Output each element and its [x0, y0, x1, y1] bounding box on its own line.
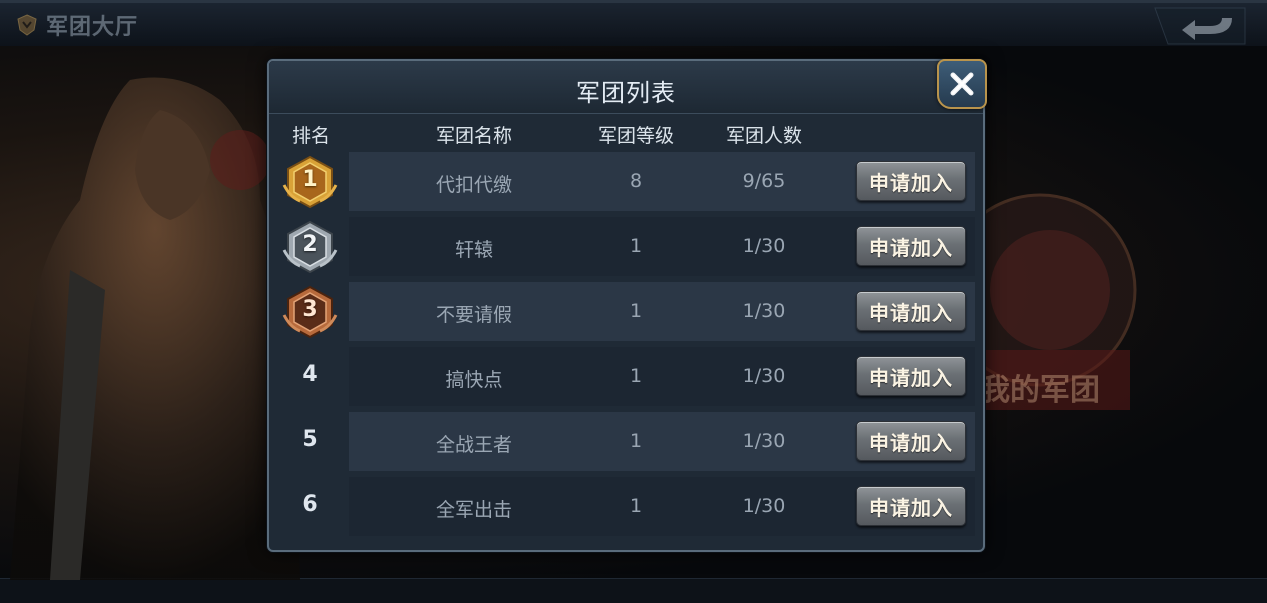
header-name: 军团名称 [435, 125, 512, 147]
legion-list-dialog: 军团列表 排名 军团名称 军团等级 军团人数 1 代扣代缴 8 9/65 申请加… [267, 59, 987, 552]
warrior-illustration [10, 77, 300, 580]
legion-level: 1 [629, 430, 643, 452]
rank-number: 6 [302, 492, 318, 517]
legion-level: 1 [629, 235, 643, 257]
legion-members: 9/65 [742, 170, 786, 192]
legion-members: 1/30 [742, 365, 786, 387]
legion-members: 1/30 [742, 235, 786, 257]
header-rank: 排名 [291, 125, 330, 147]
table-row: 1 代扣代缴 8 9/65 申请加入 [269, 149, 983, 214]
apply-join-button[interactable]: 申请加入 [856, 486, 966, 526]
legion-name: 全军出击 [435, 499, 512, 521]
table-row: 4 搞快点 1 1/30 申请加入 [269, 344, 983, 409]
hall-header: 军团大厅 [16, 9, 138, 41]
apply-join-button[interactable]: 申请加入 [856, 356, 966, 396]
legion-members: 1/30 [742, 495, 786, 517]
header-members: 军团人数 [725, 125, 802, 147]
table-row: 2 轩辕 1 1/30 申请加入 [269, 214, 983, 279]
legion-name: 轩辕 [454, 239, 493, 261]
hall-title: 军团大厅 [46, 15, 139, 40]
rank-number: 2 [302, 232, 318, 257]
legion-list: 1 代扣代缴 8 9/65 申请加入 2 轩辕 1 1/30 申请加入 3 不要… [269, 149, 983, 539]
legion-emblem-icon [17, 14, 37, 36]
rank-number: 1 [302, 167, 318, 192]
bottom-bar [0, 578, 1267, 603]
top-bar [0, 0, 1267, 49]
rank-number: 5 [302, 427, 318, 452]
close-button[interactable] [937, 59, 987, 109]
apply-join-button[interactable]: 申请加入 [856, 161, 966, 201]
legion-members: 1/30 [742, 430, 786, 452]
apply-join-button[interactable]: 申请加入 [856, 421, 966, 461]
column-headers: 排名 军团名称 军团等级 军团人数 [269, 117, 983, 149]
rank-number: 4 [302, 362, 318, 387]
close-icon [950, 72, 974, 96]
my-legion-label[interactable]: 我的军团 [980, 365, 1100, 409]
legion-name: 全战王者 [435, 434, 512, 456]
table-row: 5 全战王者 1 1/30 申请加入 [269, 409, 983, 474]
dialog-header: 军团列表 [269, 61, 983, 114]
legion-name: 不要请假 [435, 304, 512, 326]
apply-join-button[interactable]: 申请加入 [856, 291, 966, 331]
table-row: 3 不要请假 1 1/30 申请加入 [269, 279, 983, 344]
rank-number: 3 [302, 297, 318, 322]
legion-members: 1/30 [742, 300, 786, 322]
legion-name: 代扣代缴 [435, 174, 512, 196]
legion-level: 1 [629, 300, 643, 322]
legion-name: 搞快点 [445, 369, 503, 391]
apply-join-button[interactable]: 申请加入 [856, 226, 966, 266]
legion-level: 8 [629, 170, 643, 192]
back-arrow-icon[interactable] [1150, 6, 1250, 46]
legion-level: 1 [629, 365, 643, 387]
table-row: 6 全军出击 1 1/30 申请加入 [269, 474, 983, 539]
legion-level: 1 [629, 495, 643, 517]
header-level: 军团等级 [597, 125, 674, 147]
dialog-title: 军团列表 [576, 79, 676, 107]
